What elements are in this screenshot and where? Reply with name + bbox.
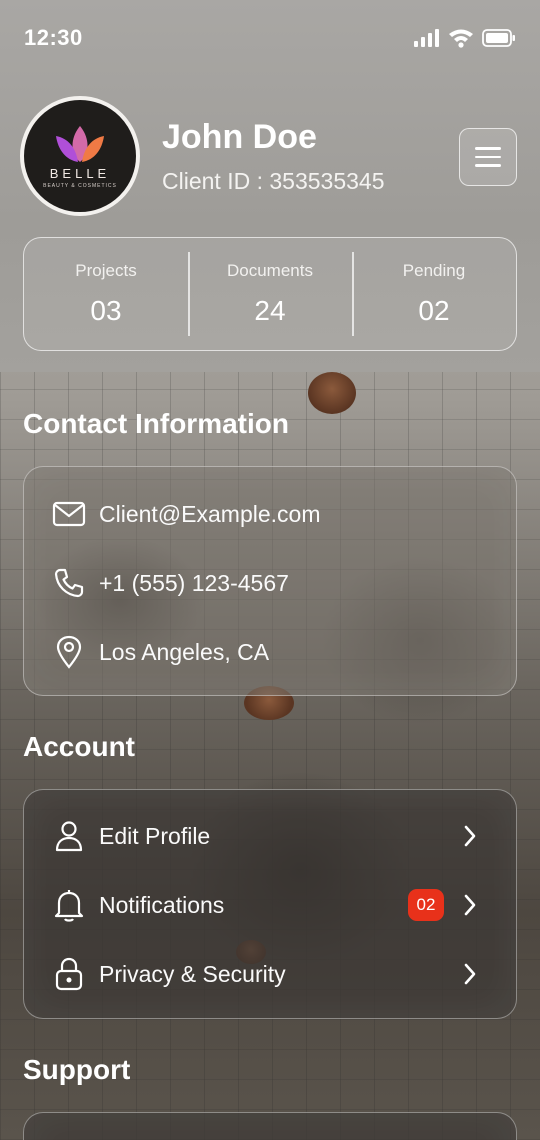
account-item-notifications[interactable]: Notifications 02 — [24, 885, 518, 925]
support-section-title: Support — [23, 1054, 131, 1085]
avatar[interactable]: BELLE BEAUTY & COSMETICS — [20, 96, 140, 216]
lock-icon — [52, 957, 86, 991]
menu-icon-bar — [475, 147, 501, 150]
mail-icon — [52, 497, 86, 531]
account-item-edit-profile[interactable]: Edit Profile — [24, 816, 518, 856]
client-id: Client ID : 353535345 — [162, 168, 385, 194]
chevron-right-icon — [464, 894, 476, 916]
wifi-icon — [449, 29, 473, 48]
status-time: 12:30 — [24, 25, 83, 50]
lotus-logo-icon — [56, 125, 104, 162]
contact-phone-row[interactable]: +1 (555) 123-4567 — [24, 563, 518, 603]
chevron-right-icon — [464, 825, 476, 847]
account-section-title: Account — [23, 731, 135, 762]
location-pin-icon — [52, 635, 86, 669]
stat-label: Projects — [75, 261, 137, 280]
battery-icon — [482, 29, 515, 47]
signal-icon — [414, 29, 439, 47]
chevron-right-icon — [464, 963, 476, 985]
contact-card: Client@Example.com +1 (555) 123-4567 Los… — [23, 466, 517, 696]
stat-label: Pending — [402, 261, 466, 280]
contact-email-row[interactable]: Client@Example.com — [24, 494, 518, 534]
account-card: Edit Profile Notifications 02 Privacy & … — [23, 789, 517, 1019]
phone-icon — [52, 566, 86, 600]
user-icon — [52, 819, 86, 853]
support-card — [23, 1112, 517, 1140]
profile-header: 12:30 BELLE BEAUTY & COSMETICS John Doe … — [0, 0, 540, 372]
stat-documents[interactable]: Documents 24 — [188, 238, 352, 350]
stat-value: 24 — [254, 295, 286, 326]
stat-projects[interactable]: Projects 03 — [24, 238, 188, 350]
stat-pending[interactable]: Pending 02 — [352, 238, 516, 350]
stat-value: 03 — [90, 295, 122, 326]
brand-tagline: BEAUTY & COSMETICS — [43, 182, 117, 189]
account-item-label: Privacy & Security — [99, 960, 286, 987]
account-item-label: Notifications — [99, 891, 225, 918]
contact-email[interactable]: Client@Example.com — [99, 501, 320, 528]
account-item-label: Edit Profile — [99, 822, 211, 849]
menu-icon-bar — [475, 164, 501, 167]
contact-phone[interactable]: +1 (555) 123-4567 — [99, 570, 289, 597]
status-bar: 12:30 — [0, 0, 540, 76]
stats-card: Projects 03 Documents 24 Pending 02 — [23, 237, 517, 351]
stat-value: 02 — [418, 295, 450, 326]
contact-section-title: Contact Information — [23, 408, 289, 439]
contact-location: Los Angeles, CA — [99, 638, 270, 665]
menu-icon-bar — [475, 155, 501, 159]
notifications-badge: 02 — [408, 889, 444, 921]
client-name: John Doe — [162, 118, 317, 156]
account-item-privacy-security[interactable]: Privacy & Security — [24, 954, 518, 994]
contact-location-row[interactable]: Los Angeles, CA — [24, 632, 518, 672]
menu-button[interactable] — [459, 128, 517, 186]
stat-label: Documents — [227, 261, 313, 280]
brand-name: BELLE — [49, 165, 111, 181]
status-icons — [414, 28, 516, 48]
bell-icon — [52, 888, 86, 922]
background-lamp — [308, 372, 356, 414]
